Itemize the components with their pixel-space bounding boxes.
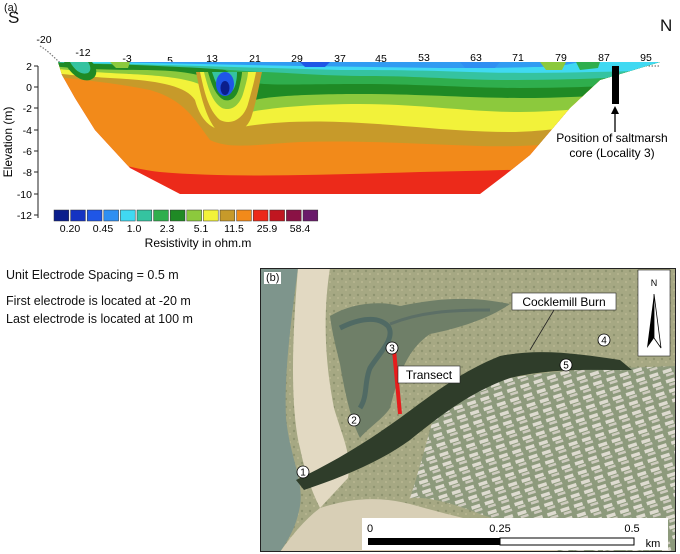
scale-label: 0.5 bbox=[624, 523, 639, 535]
locality-number: 3 bbox=[389, 344, 395, 355]
scale-label: 0 bbox=[367, 523, 373, 535]
y-tick-label: -8 bbox=[23, 167, 32, 179]
y-tick-label: -2 bbox=[23, 103, 32, 115]
legend-swatch bbox=[153, 209, 169, 222]
legend-swatch bbox=[286, 209, 302, 222]
cocklemill-label: Cocklemill Burn bbox=[522, 295, 605, 309]
surface-patch bbox=[460, 62, 500, 68]
locality-number: 4 bbox=[601, 336, 607, 347]
panel-b-label: (b) bbox=[264, 272, 282, 284]
resistivity-legend bbox=[53, 209, 319, 222]
y-ticks bbox=[34, 65, 38, 216]
first-electrode-text: First electrode is located at -20 m bbox=[6, 294, 191, 308]
legend-swatch bbox=[53, 209, 70, 222]
legend-label: 2.3 bbox=[160, 223, 175, 235]
legend-swatch bbox=[169, 209, 186, 222]
core-annotation-line1: Position of saltmarsh bbox=[556, 131, 667, 145]
legend-swatch bbox=[302, 209, 319, 222]
resistivity-section: 2 0 -2 -4 -6 -8 -10 -12 Elevation (m) -2… bbox=[1, 34, 668, 250]
legend-label: 58.4 bbox=[290, 223, 311, 235]
y-tick-label: -6 bbox=[23, 146, 32, 158]
legend-swatch bbox=[252, 209, 269, 222]
electrode-label: -20 bbox=[36, 34, 51, 46]
legend-swatch bbox=[269, 209, 285, 222]
legend-swatch bbox=[219, 209, 236, 222]
locality-number: 1 bbox=[300, 468, 306, 479]
legend-swatch bbox=[70, 209, 86, 222]
y-tick-label: 0 bbox=[26, 82, 32, 94]
legend-swatch bbox=[86, 209, 103, 222]
electrode-label: -12 bbox=[75, 47, 90, 59]
north-arrow-icon: N bbox=[637, 269, 671, 357]
dome-darkblue bbox=[220, 81, 230, 95]
legend-swatch bbox=[203, 209, 219, 222]
electrode-spacing-text: Unit Electrode Spacing = 0.5 m bbox=[6, 268, 179, 282]
legend-swatch bbox=[103, 209, 119, 222]
last-electrode-text: Last electrode is located at 100 m bbox=[6, 312, 193, 326]
scale-label: 0.25 bbox=[489, 523, 510, 535]
north-arrow-letter: N bbox=[651, 278, 658, 288]
scale-unit: km bbox=[646, 538, 661, 550]
saltmarsh-core-marker bbox=[612, 66, 619, 104]
y-tick-label: -10 bbox=[17, 189, 32, 201]
section-layers bbox=[58, 62, 660, 194]
y-axis-title: Elevation (m) bbox=[1, 107, 15, 178]
legend-label: 0.20 bbox=[60, 223, 81, 235]
y-tick-labels: 2 0 -2 -4 -6 -8 -10 -12 bbox=[17, 61, 32, 222]
core-arrow-head bbox=[611, 106, 619, 114]
locality-number: 2 bbox=[351, 416, 357, 427]
y-tick-label: 2 bbox=[26, 61, 32, 73]
aerial-map: Cocklemill Burn Transect 1 2 3 4 5 N 0 0… bbox=[260, 268, 676, 552]
legend-swatch bbox=[236, 209, 252, 222]
legend-swatch bbox=[186, 209, 202, 222]
core-annotation-line2: core (Locality 3) bbox=[569, 146, 654, 160]
legend-swatch bbox=[120, 209, 136, 222]
y-tick-label: -4 bbox=[23, 125, 32, 137]
legend-label: 0.45 bbox=[93, 223, 114, 235]
legend-label: 25.9 bbox=[257, 223, 278, 235]
legend-label: 11.5 bbox=[224, 223, 244, 235]
locality-number: 5 bbox=[563, 361, 569, 372]
legend-labels: 0.20 0.45 1.0 2.3 5.1 11.5 25.9 58.4 bbox=[60, 223, 311, 235]
scale-segment-black bbox=[368, 538, 500, 545]
legend-label: 5.1 bbox=[194, 223, 209, 235]
legend-swatch bbox=[136, 209, 153, 222]
transect-label: Transect bbox=[406, 368, 453, 382]
surface-patch bbox=[300, 62, 330, 67]
scale-segment-white bbox=[499, 537, 635, 546]
legend-title: Resistivity in ohm.m bbox=[145, 236, 252, 250]
legend-label: 1.0 bbox=[127, 223, 142, 235]
y-tick-label: -12 bbox=[17, 210, 32, 222]
